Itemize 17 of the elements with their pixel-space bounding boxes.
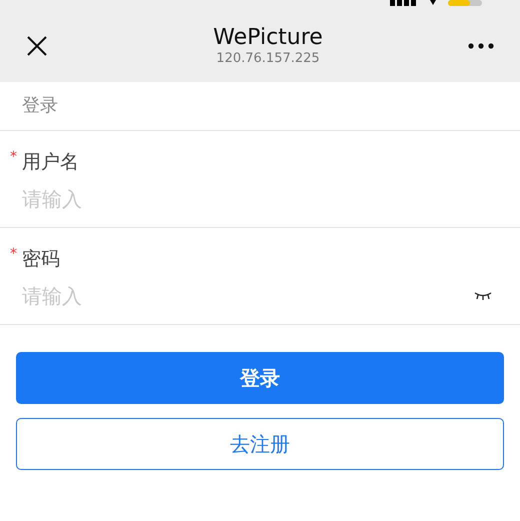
login-button[interactable]: 登录: [16, 352, 504, 404]
battery-icon: [448, 0, 482, 6]
register-button[interactable]: 去注册: [16, 418, 504, 470]
required-mark: *: [10, 246, 18, 262]
close-icon: [26, 35, 48, 57]
field-label: 用户名: [22, 150, 79, 175]
page-title: WePicture: [213, 25, 323, 51]
more-button[interactable]: [468, 43, 494, 49]
signal-icon: [390, 0, 418, 6]
page-address: 120.76.157.225: [216, 51, 320, 67]
field-label: 密码: [22, 247, 60, 272]
more-icon: [468, 43, 494, 49]
required-mark: *: [10, 149, 18, 165]
section-title: 登录: [0, 82, 520, 131]
wifi-icon: [428, 0, 438, 5]
closed-eye-icon[interactable]: [474, 292, 492, 300]
close-button[interactable]: [26, 35, 48, 57]
